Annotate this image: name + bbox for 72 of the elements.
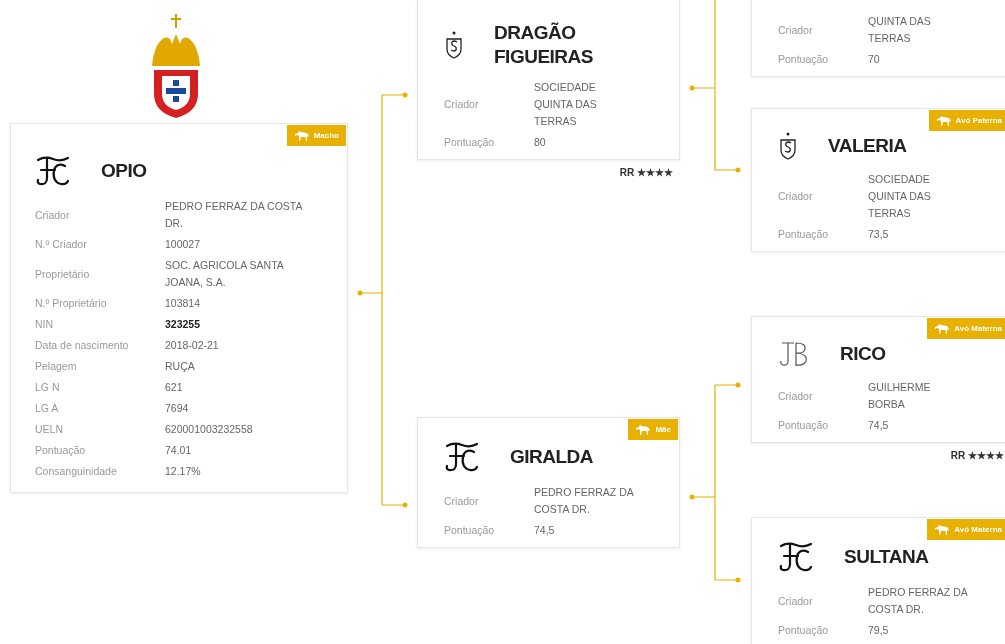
role-badge: Avó Paterna — [928, 110, 1005, 131]
field-label: UELN — [35, 422, 64, 437]
field-value: PEDRO FERRAZ DA COSTA DR. — [165, 199, 304, 231]
monogram-icon — [35, 154, 71, 188]
field-label: Criador — [778, 593, 814, 609]
horse-icon — [934, 523, 951, 536]
field-value: 74,5 — [534, 523, 556, 538]
field-value: RUÇA — [165, 359, 196, 374]
monogram-icon — [778, 540, 814, 574]
field-value: 79,5 — [868, 623, 890, 638]
field-value: 620001003232558 — [165, 422, 254, 437]
field-value: 12.17% — [165, 464, 202, 479]
field-label: Pontuação — [444, 523, 496, 538]
horse-name: SULTANA — [844, 545, 929, 569]
monogram-icon — [444, 440, 480, 474]
field-label: Proprietário — [35, 266, 91, 282]
field-value: PEDRO FERRAZ DA COSTA DR. — [868, 585, 969, 617]
horse-name: GIRALDA — [510, 445, 594, 469]
field-label: N.º Criador — [35, 237, 88, 252]
field-label: Pontuação — [778, 418, 830, 433]
shield-icon — [444, 29, 464, 60]
field-value: PEDRO FERRAZ DA COSTA DR. — [534, 485, 635, 517]
horse-name: DRAGÃO FIGUEIRAS — [494, 21, 594, 69]
horse-name: RICO — [840, 342, 886, 366]
field-label: NIN — [35, 317, 55, 332]
horse-icon — [935, 114, 952, 127]
field-label: Pontuação — [778, 623, 830, 638]
field-label: Pontuação — [444, 134, 496, 150]
field-value: 80 — [534, 134, 547, 150]
horse-name: VALERIA — [828, 134, 907, 158]
field-value: SOCIEDADE QUINTA DAS TERRAS — [534, 79, 598, 129]
field-value: QUINTA DAS TERRAS — [868, 14, 932, 46]
field-value: GUILHERME BORBA — [868, 380, 932, 412]
role-badge: Mãe — [628, 419, 678, 440]
field-value: 7694 — [165, 401, 190, 416]
field-label: Pontuação — [35, 443, 87, 458]
field-label: Criador — [35, 207, 71, 223]
field-label: Criador — [778, 189, 814, 204]
field-label: Pelagem — [35, 359, 78, 374]
field-label: LG N — [35, 380, 61, 395]
field-value: 74,5 — [868, 418, 890, 433]
field-label: Pontuação — [778, 227, 830, 242]
field-label: Criador — [778, 22, 814, 38]
role-badge: Macho — [286, 125, 346, 146]
field-value: 621 — [165, 380, 184, 395]
field-label: Data de nascimento — [35, 338, 130, 353]
field-value: 323255 — [165, 317, 202, 332]
field-value: 70 — [868, 52, 881, 67]
field-label: N.º Proprietário — [35, 296, 108, 311]
horse-icon — [635, 423, 652, 436]
role-badge: Avó Materna — [927, 318, 1005, 339]
horse-name: OPIO — [101, 159, 147, 183]
field-label: Criador — [444, 96, 480, 112]
rating-label: RR ★★★★ — [950, 449, 1004, 463]
field-value: 73,5 — [868, 227, 890, 242]
rating-label: RR ★★★★ — [619, 165, 673, 180]
field-label: Criador — [444, 493, 480, 509]
monogram-icon — [778, 339, 810, 369]
shield-icon — [778, 131, 798, 161]
field-label: LG A — [35, 401, 60, 416]
field-label: Criador — [778, 388, 814, 404]
field-value: 74.01 — [165, 443, 193, 458]
field-label: Pontuação — [778, 52, 830, 67]
field-value: SOCIEDADE QUINTA DAS TERRAS — [868, 172, 932, 221]
field-value: 100027 — [165, 237, 202, 252]
field-value: SOC. AGRICOLA SANTA JOANA, S.A. — [165, 258, 285, 290]
horse-icon — [934, 322, 951, 335]
role-badge: Avó Materna — [927, 519, 1005, 540]
field-value: 2018-02-21 — [165, 338, 220, 353]
horse-icon — [293, 129, 310, 142]
field-value: 103814 — [165, 296, 202, 311]
field-label: Consanguinidade — [35, 464, 118, 479]
